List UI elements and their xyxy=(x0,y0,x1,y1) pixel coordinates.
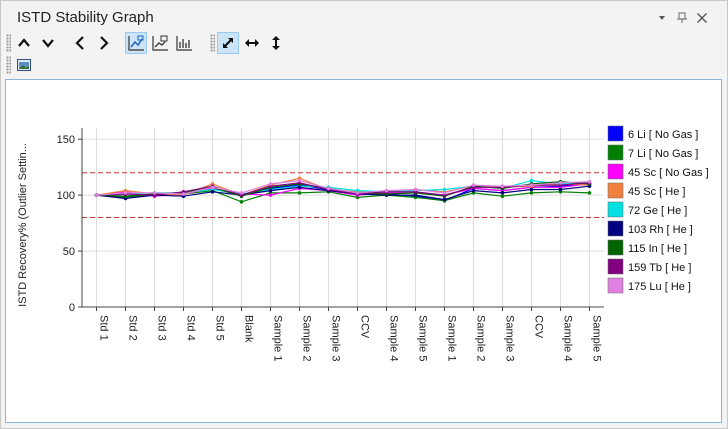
y-tick-label: 50 xyxy=(63,246,75,258)
x-tick-label: Sample 5 xyxy=(417,315,429,361)
data-point[interactable] xyxy=(268,188,273,193)
export-image-icon[interactable] xyxy=(13,54,35,76)
x-tick-label: Sample 2 xyxy=(475,315,487,361)
istd-stability-chart[interactable]: 0 50 100 150 Std 1 Std 2 Std 3 Std 4 Std 5 Blank S… xyxy=(6,80,721,422)
x-tick-label: Sample 1 xyxy=(446,315,458,361)
toolbar-row-2 xyxy=(1,53,37,77)
data-point[interactable] xyxy=(413,187,418,192)
toolbar-grip[interactable] xyxy=(6,56,11,74)
legend-label[interactable]: 103 Rh [ He ] xyxy=(628,224,693,236)
data-point[interactable] xyxy=(558,187,563,192)
data-point[interactable] xyxy=(587,179,592,184)
data-point[interactable] xyxy=(442,191,447,195)
data-point[interactable] xyxy=(94,193,99,197)
dropdown-arrow-icon[interactable] xyxy=(655,11,669,25)
data-point[interactable] xyxy=(442,187,447,192)
data-point[interactable] xyxy=(152,191,157,195)
toolbar-grip[interactable] xyxy=(210,34,215,52)
legend-label[interactable]: 45 Sc [ He ] xyxy=(628,186,685,198)
zoom-vertical-icon[interactable] xyxy=(265,32,287,54)
x-tick-label: CCV xyxy=(533,315,545,339)
x-tick-label: Blank xyxy=(243,315,255,343)
data-point[interactable] xyxy=(239,191,244,195)
data-point[interactable] xyxy=(529,178,534,183)
x-tick-label: Std 4 xyxy=(185,315,197,341)
legend-swatch[interactable] xyxy=(607,125,624,142)
data-point[interactable] xyxy=(529,191,534,195)
data-point[interactable] xyxy=(210,189,215,194)
chart-view-2-icon[interactable] xyxy=(149,32,171,54)
x-tick-label: CCV xyxy=(359,315,371,339)
data-point[interactable] xyxy=(500,184,505,188)
legend-label[interactable]: 159 Tb [ He ] xyxy=(628,262,691,274)
x-tick-label: Sample 3 xyxy=(504,315,516,361)
data-point[interactable] xyxy=(471,183,476,187)
next-icon[interactable] xyxy=(93,32,115,54)
data-point[interactable] xyxy=(529,183,534,187)
x-tick-label: Std 1 xyxy=(98,315,110,341)
zoom-horizontal-icon[interactable] xyxy=(241,32,263,54)
legend-label[interactable]: 115 In [ He ] xyxy=(628,243,687,255)
legend-label[interactable]: 72 Ge [ He ] xyxy=(628,205,687,217)
data-point[interactable] xyxy=(210,185,215,190)
legend-swatch[interactable] xyxy=(607,144,624,161)
data-point[interactable] xyxy=(558,181,563,185)
data-point[interactable] xyxy=(297,191,302,195)
pin-icon[interactable] xyxy=(675,11,689,25)
x-tick-label: Sample 5 xyxy=(591,315,603,361)
y-axis-label: ISTD Recovery% (Outlier Settin... xyxy=(17,143,29,307)
chart-panel: 0 50 100 150 Std 1 Std 2 Std 3 Std 4 Std 5 Blank S… xyxy=(5,79,722,423)
chart-view-1-icon[interactable] xyxy=(125,32,147,54)
data-point[interactable] xyxy=(471,188,476,193)
data-point[interactable] xyxy=(500,194,505,199)
data-point[interactable] xyxy=(123,191,128,195)
legend-label[interactable]: 7 Li [ No Gas ] xyxy=(628,148,698,160)
data-point[interactable] xyxy=(181,192,186,196)
data-point[interactable] xyxy=(442,197,447,202)
legend-label[interactable]: 175 Lu [ He ] xyxy=(628,281,691,293)
zoom-both-icon[interactable] xyxy=(217,32,239,54)
x-tick-label: Sample 3 xyxy=(330,315,342,361)
data-point[interactable] xyxy=(297,178,302,183)
data-point[interactable] xyxy=(355,191,360,195)
x-tick-label: Std 3 xyxy=(156,315,168,341)
istd-stability-window: ISTD Stability Graph 0 50 100 150 Std 1 … xyxy=(0,0,728,429)
close-icon[interactable] xyxy=(695,11,709,25)
data-point[interactable] xyxy=(500,191,505,195)
toolbar-row-1 xyxy=(1,31,289,55)
legend-label[interactable]: 45 Sc [ No Gas ] xyxy=(628,167,709,179)
scroll-up-icon[interactable] xyxy=(13,32,35,54)
data-point[interactable] xyxy=(239,200,244,204)
legend-swatch[interactable] xyxy=(607,239,624,256)
legend-label[interactable]: 6 Li [ No Gas ] xyxy=(628,129,698,141)
data-point[interactable] xyxy=(268,182,273,186)
previous-icon[interactable] xyxy=(69,32,91,54)
data-point[interactable] xyxy=(268,193,273,197)
legend-swatch[interactable] xyxy=(607,258,624,275)
window-title: ISTD Stability Graph xyxy=(17,9,154,26)
data-point[interactable] xyxy=(326,186,331,191)
data-point[interactable] xyxy=(587,191,592,195)
x-tick-label: Std 2 xyxy=(127,315,139,341)
title-bar: ISTD Stability Graph xyxy=(1,1,727,33)
legend-swatch[interactable] xyxy=(607,163,624,180)
data-point[interactable] xyxy=(384,188,389,193)
y-tick-label: 100 xyxy=(57,190,75,202)
legend-swatch[interactable] xyxy=(607,182,624,199)
data-point[interactable] xyxy=(529,187,534,192)
data-point[interactable] xyxy=(297,185,302,190)
x-tick-label: Sample 1 xyxy=(272,315,284,361)
legend-swatch[interactable] xyxy=(607,220,624,237)
x-tick-label: Sample 4 xyxy=(388,315,400,361)
y-tick-label: 0 xyxy=(69,302,75,314)
scroll-down-icon[interactable] xyxy=(37,32,59,54)
y-tick-label: 150 xyxy=(57,134,75,146)
chart-view-3-icon[interactable] xyxy=(173,32,195,54)
x-tick-label: Sample 4 xyxy=(562,315,574,361)
legend-swatch[interactable] xyxy=(607,201,624,218)
legend-swatch[interactable] xyxy=(607,277,624,294)
toolbar-grip[interactable] xyxy=(6,34,11,52)
x-tick-label: Sample 2 xyxy=(301,315,313,361)
x-tick-label: Std 5 xyxy=(214,315,226,341)
